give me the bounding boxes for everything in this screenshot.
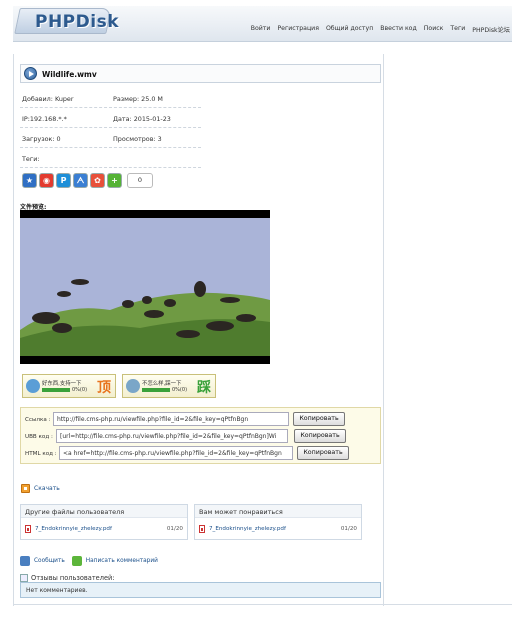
report-icon: [20, 556, 30, 566]
nav-public[interactable]: Общий доступ: [326, 25, 373, 34]
file-date: 01/20: [340, 526, 357, 532]
info-row-tags: Теги:: [20, 148, 201, 168]
share-counter: 0: [127, 173, 153, 188]
upload-date: Дата: 2015-01-23: [113, 115, 171, 123]
logo-text[interactable]: PHPDisk: [35, 12, 119, 32]
added-by: Добавил: Kuper: [22, 95, 74, 103]
link-row-url: Ссылка : Копировать: [21, 412, 380, 428]
download-link[interactable]: Скачать: [21, 484, 60, 493]
share-links-box: Ссылка : Копировать UBB код : Копировать…: [20, 407, 381, 464]
other-files-header: Другие файлы пользователя: [21, 505, 187, 518]
info-row-stats: Загрузок: 0 Просмотров: 3: [20, 128, 201, 148]
top-nav: Войти Регистрация Общий доступ Ввести ко…: [251, 25, 510, 34]
pdf-icon: [199, 525, 205, 533]
pdf-icon: [25, 525, 31, 533]
vote-good-label: 好东西,支持一下: [42, 381, 82, 387]
html-label: HTML код :: [25, 451, 57, 457]
vote-good-button[interactable]: 好东西,支持一下 0%(0) 顶: [22, 374, 116, 398]
copy-url-button[interactable]: Копировать: [293, 412, 345, 426]
info-row-author: Добавил: Kuper Размер: 25.0 M: [20, 88, 201, 108]
plus-share-icon[interactable]: +: [107, 173, 122, 188]
vote-good-percent: 0%(0): [72, 387, 88, 393]
link-row-html: HTML код : Копировать: [21, 446, 380, 462]
download-count: Загрузок: 0: [22, 135, 61, 143]
you-may-like-title: Вам может понравиться: [199, 508, 283, 516]
vote-bad-bar: [142, 388, 170, 392]
view-count: Просмотров: 3: [113, 135, 162, 143]
comments-heading: Отзывы пользователей:: [20, 574, 115, 582]
url-label: Ссылка :: [25, 417, 51, 423]
nav-forum[interactable]: PHPDisk论坛: [472, 25, 510, 34]
media-file-icon: [24, 67, 37, 80]
thumb-down-icon: [126, 379, 140, 393]
share-bar: ★ ◉ P ᗅ ✿ + 0: [22, 173, 153, 189]
link-row-ubb: UBB код : Копировать: [21, 429, 380, 445]
nav-enter-code[interactable]: Ввести код: [380, 25, 417, 34]
list-item[interactable]: 7_Endokrinnyie_zhelezy.pdf 01/20: [25, 525, 183, 535]
other-files-panel: Другие файлы пользователя 7_Endokrinnyie…: [20, 504, 188, 540]
nav-search[interactable]: Поиск: [424, 25, 444, 34]
you-may-like-header: Вам может понравиться: [195, 505, 361, 518]
file-date: 01/20: [166, 526, 183, 532]
html-field[interactable]: [59, 446, 293, 460]
nav-tags[interactable]: Теги: [450, 25, 465, 34]
vote-bad-percent: 0%(0): [172, 387, 188, 393]
qzone-icon[interactable]: P: [56, 173, 71, 188]
vote-bad-button[interactable]: 不怎么样,踩一下 0%(0) 踩: [122, 374, 216, 398]
report-link[interactable]: Сообщить: [34, 558, 65, 564]
nav-register[interactable]: Регистрация: [277, 25, 319, 34]
list-item[interactable]: 7_Endokrinnyie_zhelezy.pdf 01/20: [199, 525, 357, 535]
ip-address: IP:192.168.*.*: [22, 115, 67, 123]
nav-login[interactable]: Войти: [251, 25, 271, 34]
weibo-icon[interactable]: ◉: [39, 173, 54, 188]
no-comments-text: Нет комментариев.: [26, 587, 88, 594]
vote-bad-label: 不怎么样,踩一下: [142, 381, 182, 387]
file-size: Размер: 25.0 M: [113, 95, 163, 103]
video-preview[interactable]: [20, 210, 270, 364]
tags-label: Теги:: [22, 155, 40, 163]
vote-good-char: 顶: [97, 380, 111, 396]
copy-ubb-button[interactable]: Копировать: [294, 429, 346, 443]
vote-bad-char: 踩: [197, 380, 211, 396]
site-header: PHPDisk Войти Регистрация Общий доступ В…: [13, 6, 512, 42]
write-comment-link[interactable]: Написать комментарий: [86, 558, 158, 564]
other-files-title: Другие файлы пользователя: [25, 508, 125, 516]
you-may-like-panel: Вам может понравиться 7_Endokrinnyie_zhe…: [194, 504, 362, 540]
comments-icon: [20, 574, 28, 582]
file-title: Wildlife.wmv: [42, 70, 97, 79]
ubb-field[interactable]: [56, 429, 288, 443]
kaixin-icon[interactable]: ✿: [90, 173, 105, 188]
comments-box: Нет комментариев.: [20, 582, 381, 598]
comment-icon: [71, 556, 82, 566]
vote-good-bar: [42, 388, 70, 392]
file-link[interactable]: 7_Endokrinnyie_zhelezy.pdf: [209, 526, 286, 532]
favorite-star-icon[interactable]: ★: [22, 173, 37, 188]
ubb-label: UBB код :: [25, 434, 53, 440]
thumb-up-icon: [26, 379, 40, 393]
file-link[interactable]: 7_Endokrinnyie_zhelezy.pdf: [35, 526, 112, 532]
download-icon: [21, 484, 30, 493]
action-links: Сообщить Написать комментарий: [20, 556, 158, 566]
video-frame-image: [20, 210, 270, 364]
info-row-ip: IP:192.168.*.* Дата: 2015-01-23: [20, 108, 201, 128]
comments-title: Отзывы пользователей:: [31, 574, 115, 582]
url-field[interactable]: [53, 412, 289, 426]
renren-icon[interactable]: ᗅ: [73, 173, 88, 188]
main-content: Wildlife.wmv Добавил: Kuper Размер: 25.0…: [13, 54, 384, 606]
copy-html-button[interactable]: Копировать: [297, 446, 349, 460]
download-label: Скачать: [34, 485, 60, 492]
footer-divider: [13, 604, 512, 605]
file-title-bar: Wildlife.wmv: [20, 64, 381, 83]
